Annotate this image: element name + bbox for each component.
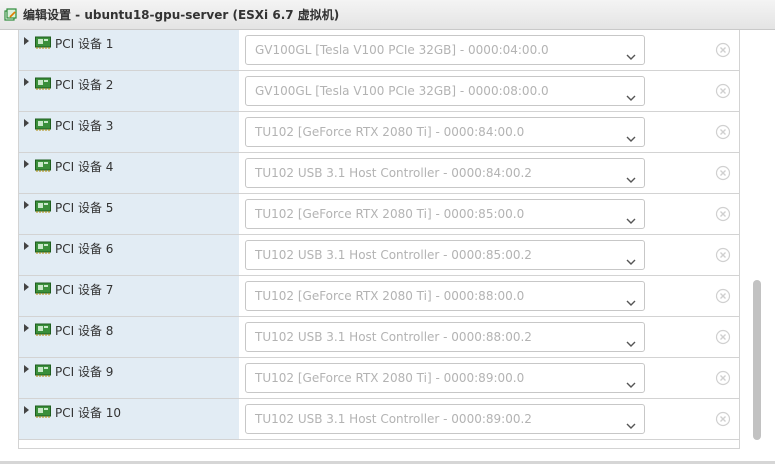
remove-device-icon[interactable] (715, 370, 731, 386)
pci-device-select[interactable]: TU102 [GeForce RTX 2080 Ti] - 0000:84:00… (245, 117, 645, 147)
pci-device-row: PCI 设备 4 TU102 USB 3.1 Host Controller -… (19, 153, 739, 194)
device-label: PCI 设备 2 (55, 78, 114, 92)
remove-device-icon[interactable] (715, 411, 731, 427)
device-label-cell: PCI 设备 7 (19, 276, 239, 316)
pci-device-select[interactable]: TU102 USB 3.1 Host Controller - 0000:89:… (245, 404, 645, 434)
remove-device-icon[interactable] (715, 288, 731, 304)
chevron-down-icon (626, 415, 636, 429)
device-label: PCI 设备 1 (55, 37, 114, 51)
pci-device-row: PCI 设备 5 TU102 [GeForce RTX 2080 Ti] - 0… (19, 194, 739, 235)
device-label-cell: PCI 设备 2 (19, 71, 239, 111)
select-value: TU102 USB 3.1 Host Controller - 0000:84:… (255, 166, 532, 180)
device-label: PCI 设备 5 (55, 201, 114, 215)
scrollbar-thumb[interactable] (753, 280, 761, 440)
window-titlebar: 编辑设置 - ubuntu18-gpu-server (ESXi 6.7 虚拟机… (0, 0, 775, 30)
chevron-down-icon (626, 292, 636, 306)
pci-device-row: PCI 设备 3 TU102 [GeForce RTX 2080 Ti] - 0… (19, 112, 739, 153)
pci-card-icon (35, 404, 51, 418)
chevron-down-icon (626, 374, 636, 388)
expand-arrow-icon[interactable] (24, 201, 29, 209)
device-label-cell: PCI 设备 4 (19, 153, 239, 193)
select-value: TU102 [GeForce RTX 2080 Ti] - 0000:88:00… (255, 289, 525, 303)
select-value: TU102 USB 3.1 Host Controller - 0000:88:… (255, 330, 532, 344)
device-label: PCI 设备 10 (55, 406, 122, 420)
pci-device-select[interactable]: TU102 [GeForce RTX 2080 Ti] - 0000:88:00… (245, 281, 645, 311)
remove-device-icon[interactable] (715, 124, 731, 140)
pci-card-icon (35, 240, 51, 254)
device-label-cell: PCI 设备 8 (19, 317, 239, 357)
expand-arrow-icon[interactable] (24, 160, 29, 168)
pci-device-select[interactable]: TU102 [GeForce RTX 2080 Ti] - 0000:89:00… (245, 363, 645, 393)
chevron-down-icon (626, 210, 636, 224)
vertical-scrollbar[interactable] (750, 30, 764, 450)
device-label-cell: PCI 设备 6 (19, 235, 239, 275)
device-label-cell: PCI 设备 5 (19, 194, 239, 234)
select-value: TU102 USB 3.1 Host Controller - 0000:89:… (255, 412, 532, 426)
pci-device-select[interactable]: TU102 [GeForce RTX 2080 Ti] - 0000:85:00… (245, 199, 645, 229)
chevron-down-icon (626, 128, 636, 142)
device-label-cell: PCI 设备 1 (19, 30, 239, 70)
expand-arrow-icon[interactable] (24, 283, 29, 291)
remove-device-icon[interactable] (715, 329, 731, 345)
window-title: 编辑设置 - ubuntu18-gpu-server (ESXi 6.7 虚拟机… (23, 8, 340, 22)
pci-device-select[interactable]: GV100GL [Tesla V100 PCIe 32GB] - 0000:04… (245, 35, 645, 65)
pci-card-icon (35, 322, 51, 336)
pci-device-row: PCI 设备 8 TU102 USB 3.1 Host Controller -… (19, 317, 739, 358)
device-label: PCI 设备 3 (55, 119, 114, 133)
pci-device-row: PCI 设备 7 TU102 [GeForce RTX 2080 Ti] - 0… (19, 276, 739, 317)
device-label: PCI 设备 4 (55, 160, 114, 174)
pci-device-select[interactable]: GV100GL [Tesla V100 PCIe 32GB] - 0000:08… (245, 76, 645, 106)
select-value: TU102 [GeForce RTX 2080 Ti] - 0000:84:00… (255, 125, 525, 139)
device-label-cell: PCI 设备 3 (19, 112, 239, 152)
pci-card-icon (35, 35, 51, 49)
expand-arrow-icon[interactable] (24, 37, 29, 45)
pci-device-row: PCI 设备 1 GV100GL [Tesla V100 PCIe 32GB] … (19, 30, 739, 71)
expand-arrow-icon[interactable] (24, 406, 29, 414)
chevron-down-icon (626, 251, 636, 265)
chevron-down-icon (626, 46, 636, 60)
chevron-down-icon (626, 333, 636, 347)
pci-device-select[interactable]: TU102 USB 3.1 Host Controller - 0000:88:… (245, 322, 645, 352)
pci-card-icon (35, 76, 51, 90)
settings-content: PCI 设备 1 GV100GL [Tesla V100 PCIe 32GB] … (0, 30, 775, 464)
pci-device-select[interactable]: TU102 USB 3.1 Host Controller - 0000:85:… (245, 240, 645, 270)
pci-device-row: PCI 设备 10 TU102 USB 3.1 Host Controller … (19, 399, 739, 440)
device-label: PCI 设备 9 (55, 365, 114, 379)
pci-card-icon (35, 117, 51, 131)
expand-arrow-icon[interactable] (24, 365, 29, 373)
expand-arrow-icon[interactable] (24, 78, 29, 86)
remove-device-icon[interactable] (715, 83, 731, 99)
remove-device-icon[interactable] (715, 247, 731, 263)
pci-device-row: PCI 设备 6 TU102 USB 3.1 Host Controller -… (19, 235, 739, 276)
pci-device-row: PCI 设备 9 TU102 [GeForce RTX 2080 Ti] - 0… (19, 358, 739, 399)
expand-arrow-icon[interactable] (24, 242, 29, 250)
pci-card-icon (35, 281, 51, 295)
select-value: TU102 USB 3.1 Host Controller - 0000:85:… (255, 248, 532, 262)
select-value: TU102 [GeForce RTX 2080 Ti] - 0000:85:00… (255, 207, 525, 221)
pci-device-row: PCI 设备 2 GV100GL [Tesla V100 PCIe 32GB] … (19, 71, 739, 112)
remove-device-icon[interactable] (715, 165, 731, 181)
select-value: GV100GL [Tesla V100 PCIe 32GB] - 0000:04… (255, 43, 549, 57)
chevron-down-icon (626, 169, 636, 183)
edit-settings-icon (4, 7, 18, 22)
device-label-cell: PCI 设备 9 (19, 358, 239, 398)
expand-arrow-icon[interactable] (24, 324, 29, 332)
remove-device-icon[interactable] (715, 42, 731, 58)
chevron-down-icon (626, 87, 636, 101)
pci-card-icon (35, 363, 51, 377)
device-label: PCI 设备 7 (55, 283, 114, 297)
device-label: PCI 设备 8 (55, 324, 114, 338)
pci-card-icon (35, 158, 51, 172)
select-value: TU102 [GeForce RTX 2080 Ti] - 0000:89:00… (255, 371, 525, 385)
pci-device-select[interactable]: TU102 USB 3.1 Host Controller - 0000:84:… (245, 158, 645, 188)
device-label-cell: PCI 设备 10 (19, 399, 239, 439)
device-label: PCI 设备 6 (55, 242, 114, 256)
select-value: GV100GL [Tesla V100 PCIe 32GB] - 0000:08… (255, 84, 549, 98)
pci-card-icon (35, 199, 51, 213)
pci-device-list: PCI 设备 1 GV100GL [Tesla V100 PCIe 32GB] … (18, 30, 740, 449)
expand-arrow-icon[interactable] (24, 119, 29, 127)
remove-device-icon[interactable] (715, 206, 731, 222)
